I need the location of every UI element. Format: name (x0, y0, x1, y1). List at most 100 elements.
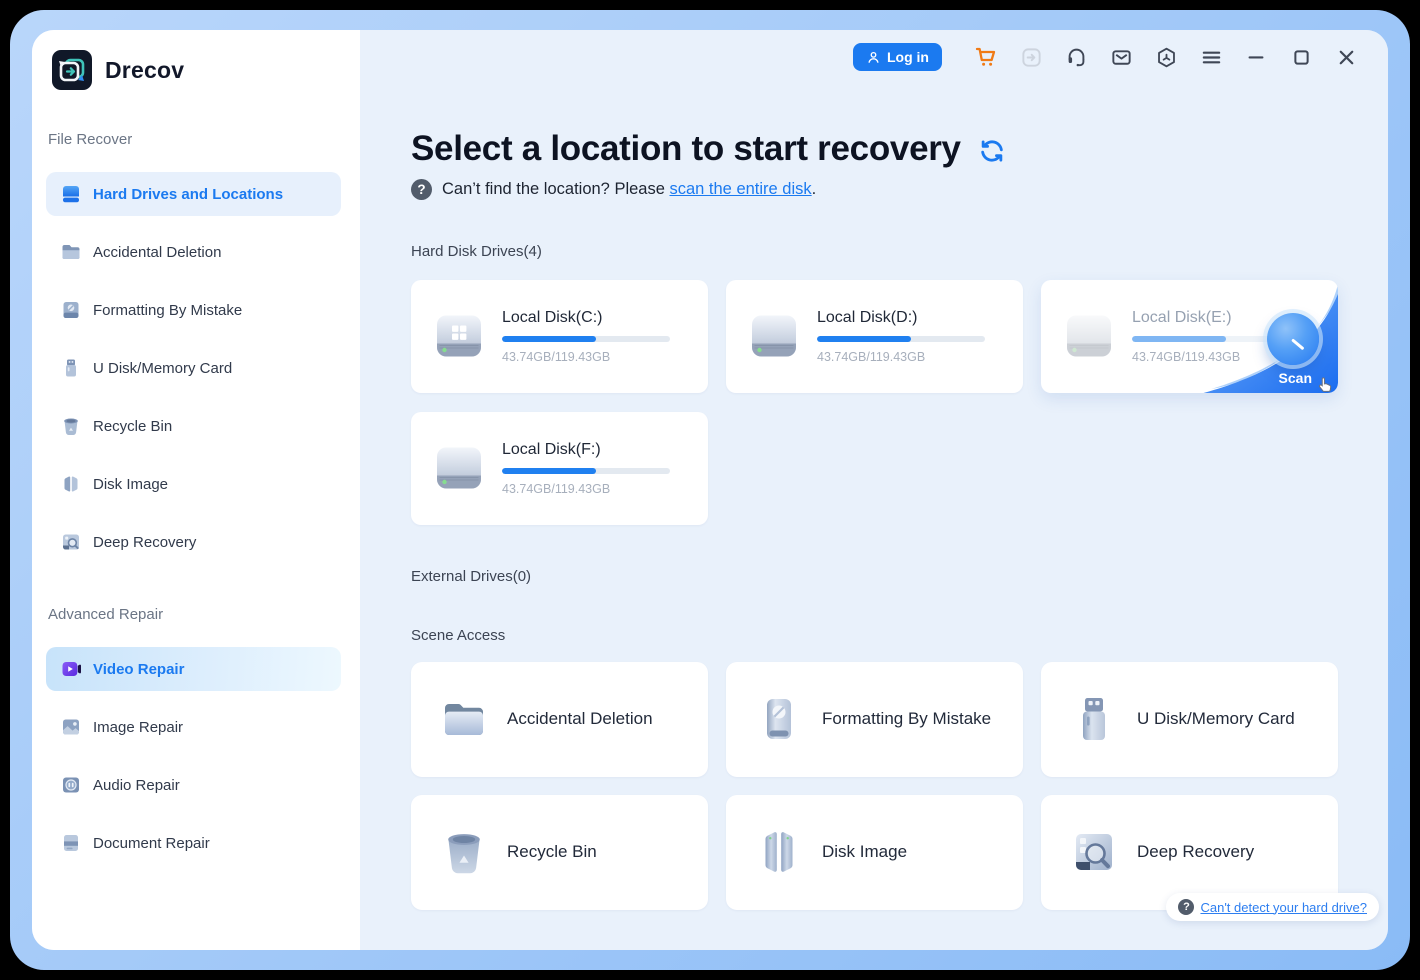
refresh-icon[interactable] (978, 137, 1006, 165)
cart-icon[interactable] (974, 45, 998, 69)
scene-label: U Disk/Memory Card (1137, 709, 1295, 729)
hard-disks-heading: Hard Disk Drives(4) (411, 242, 1388, 261)
sidebar-item-icon (60, 415, 82, 437)
sidebar: Drecov File Recover Hard Drives and Loca… (32, 30, 360, 950)
drive-card-local-disk-f[interactable]: Local Disk(F:) 43.74GB/119.43GB (411, 412, 708, 525)
sidebar-item-video-repair[interactable]: Video Repair (46, 647, 341, 691)
sidebar-item-label: Document Repair (93, 835, 210, 852)
scene-icon (753, 693, 805, 745)
sidebar-item-label: Video Repair (93, 661, 184, 678)
sidebar-item-accidental-deletion[interactable]: Accidental Deletion (46, 230, 341, 274)
sidebar-item-disk-image[interactable]: Disk Image (46, 462, 341, 506)
hard-disks-grid: Local Disk(C:) 43.74GB/119.43GB Local Di… (411, 280, 1388, 525)
sidebar-section-label-file-recover: File Recover (48, 131, 360, 148)
sidebar-item-label: Accidental Deletion (93, 244, 221, 261)
scene-card-accidental-deletion[interactable]: Accidental Deletion (411, 662, 708, 777)
sidebar-item-document-repair[interactable]: Document Repair (46, 821, 341, 865)
help-icon: ? (1178, 899, 1194, 915)
drive-usage-text: 43.74GB/119.43GB (502, 482, 670, 496)
support-headset-icon[interactable] (1064, 45, 1088, 69)
sidebar-item-icon (60, 299, 82, 321)
scene-label: Formatting By Mistake (822, 709, 991, 729)
scene-card-formatting-by-mistake[interactable]: Formatting By Mistake (726, 662, 1023, 777)
hard-drive-icon (435, 314, 483, 358)
scene-icon (753, 826, 805, 878)
hard-drive-icon (750, 314, 798, 358)
scan-button-icon[interactable] (1267, 313, 1319, 365)
sidebar-item-image-repair[interactable]: Image Repair (46, 705, 341, 749)
scan-entire-disk-link[interactable]: scan the entire disk (669, 180, 811, 198)
hard-drive-icon (435, 446, 483, 490)
sidebar-item-label: Formatting By Mistake (93, 302, 242, 319)
titlebar: Log in (853, 43, 1358, 71)
scene-card-disk-image[interactable]: Disk Image (726, 795, 1023, 910)
drive-usage-bar (502, 468, 670, 474)
scene-label: Accidental Deletion (507, 709, 653, 729)
hint-row: ? Can’t find the location? Please scan t… (411, 179, 1388, 200)
content-area: Log in (360, 30, 1388, 950)
app-logo-icon (52, 50, 92, 90)
scene-label: Recycle Bin (507, 842, 597, 862)
sidebar-item-icon (60, 531, 82, 553)
sidebar-item-label: Hard Drives and Locations (93, 186, 283, 203)
scene-card-u-disk-memory-card[interactable]: U Disk/Memory Card (1041, 662, 1338, 777)
sidebar-item-audio-repair[interactable]: Audio Repair (46, 763, 341, 807)
activate-import-icon[interactable] (1019, 45, 1043, 69)
sidebar-item-label: Recycle Bin (93, 418, 172, 435)
sidebar-item-icon (60, 774, 82, 796)
scene-icon (1068, 693, 1120, 745)
sidebar-item-recycle-bin[interactable]: Recycle Bin (46, 404, 341, 448)
scan-label: Scan (1279, 370, 1312, 386)
scene-card-recycle-bin[interactable]: Recycle Bin (411, 795, 708, 910)
login-label: Log in (887, 49, 929, 65)
login-button[interactable]: Log in (853, 43, 942, 71)
sidebar-item-label: Audio Repair (93, 777, 180, 794)
sidebar-item-u-disk-memory-card[interactable]: U Disk/Memory Card (46, 346, 341, 390)
sidebar-item-icon (60, 473, 82, 495)
sidebar-item-formatting-by-mistake[interactable]: Formatting By Mistake (46, 288, 341, 332)
person-icon (866, 50, 881, 65)
app-name: Drecov (105, 57, 184, 84)
close-icon[interactable] (1334, 45, 1358, 69)
drive-card-local-disk-c[interactable]: Local Disk(C:) 43.74GB/119.43GB (411, 280, 708, 393)
minimize-icon[interactable] (1244, 45, 1268, 69)
drive-card-local-disk-e[interactable]: Local Disk(E:) 43.74GB/119.43GB (1041, 280, 1338, 393)
toolkit-box-icon[interactable] (1154, 45, 1178, 69)
scene-icon (1068, 826, 1120, 878)
sidebar-item-icon (60, 241, 82, 263)
sidebar-item-label: Image Repair (93, 719, 183, 736)
drive-card-local-disk-d[interactable]: Local Disk(D:) 43.74GB/119.43GB (726, 280, 1023, 393)
sidebar-item-icon (60, 832, 82, 854)
sidebar-item-deep-recovery[interactable]: Deep Recovery (46, 520, 341, 564)
sidebar-item-label: Disk Image (93, 476, 168, 493)
sidebar-item-label: Deep Recovery (93, 534, 196, 551)
help-icon: ? (411, 179, 432, 200)
scene-icon (438, 693, 490, 745)
sidebar-item-icon (60, 183, 82, 205)
scene-icon (438, 826, 490, 878)
detect-hard-drive-link[interactable]: Can't detect your hard drive? (1200, 900, 1367, 915)
scene-access-grid: Accidental Deletion Formatting By Mistak… (411, 662, 1388, 910)
scan-overlay[interactable]: Scan (1041, 280, 1338, 393)
maximize-icon[interactable] (1289, 45, 1313, 69)
drive-usage-text: 43.74GB/119.43GB (817, 350, 985, 364)
page-title-text: Select a location to start recovery (411, 126, 961, 172)
hard-drive-help-pill[interactable]: ? Can't detect your hard drive? (1166, 893, 1379, 921)
hint-text: Can’t find the location? Please scan the… (442, 180, 816, 199)
sidebar-item-hard-drives-and-locations[interactable]: Hard Drives and Locations (46, 172, 341, 216)
sidebar-section-label-advanced-repair: Advanced Repair (48, 606, 360, 623)
sidebar-item-icon (60, 357, 82, 379)
drive-usage-text: 43.74GB/119.43GB (502, 350, 670, 364)
drive-usage-bar (817, 336, 985, 342)
menu-icon[interactable] (1199, 45, 1223, 69)
scene-label: Deep Recovery (1137, 842, 1254, 862)
drive-usage-bar (502, 336, 670, 342)
sidebar-nav-advanced-repair: Video Repair Image Repair Audio Repair D… (46, 647, 341, 865)
feedback-mail-icon[interactable] (1109, 45, 1133, 69)
external-drives-heading: External Drives(0) (411, 567, 1388, 586)
main-panel: Select a location to start recovery ? Ca… (360, 30, 1388, 910)
scene-label: Disk Image (822, 842, 907, 862)
page-title: Select a location to start recovery (411, 126, 1388, 172)
hand-cursor-icon (1314, 374, 1336, 393)
sidebar-nav-file-recover: Hard Drives and Locations Accidental Del… (46, 172, 341, 564)
